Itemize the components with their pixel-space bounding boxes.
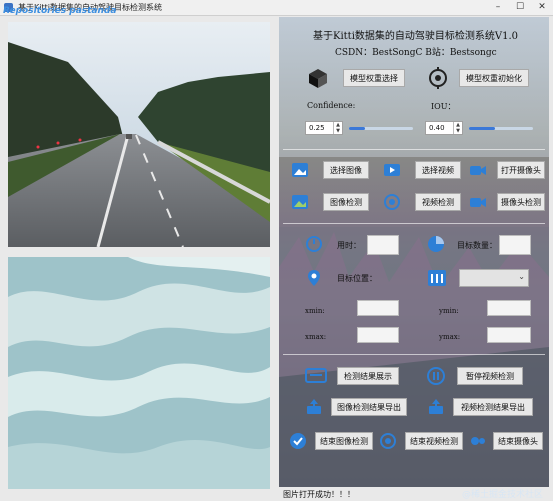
location-pin-icon [308, 270, 320, 286]
camera-detect-icon [470, 198, 486, 207]
iou-value: 0.40 [429, 124, 445, 132]
control-panel: 基于Kitti数据集的自动驾驶目标检测系统V1.0 CSDN：BestSongC… [279, 17, 549, 487]
xmax-value-box [357, 327, 399, 343]
pie-chart-icon [428, 236, 444, 252]
divider [283, 149, 545, 150]
cube-icon [309, 69, 327, 88]
minimize-button[interactable]: – [487, 0, 509, 15]
iou-spinbox[interactable]: 0.40 ▲ ▼ [425, 121, 463, 135]
export-icon [429, 399, 443, 414]
status-message: 图片打开成功！！！ [283, 490, 355, 499]
pause-video-button[interactable]: 暂停视频检测 [457, 367, 523, 385]
road-scene-image [8, 22, 270, 247]
iou-slider-fill [469, 127, 495, 130]
ymax-value-box [487, 327, 531, 343]
end-camera-button[interactable]: 结束摄像头 [493, 432, 543, 450]
confidence-label: Confidence: [307, 101, 356, 110]
stop-image-icon [290, 433, 306, 449]
camera-detect-button[interactable]: 摄像头检测 [497, 193, 545, 211]
water-scene-image [8, 257, 270, 489]
maximize-button[interactable]: ☐ [509, 0, 531, 15]
divider [283, 354, 545, 355]
iou-slider[interactable] [469, 127, 533, 130]
display-results-icon [305, 368, 327, 383]
time-label: 用时： [337, 241, 361, 250]
video-detect-icon [384, 194, 400, 210]
end-video-detect-button[interactable]: 结束视频检测 [405, 432, 463, 450]
time-value-box [367, 235, 399, 255]
image-icon [292, 163, 308, 177]
status-bar: 图片打开成功！！！ @稀土掘金技术社区 [279, 487, 549, 501]
select-weights-button[interactable]: 模型权重选择 [343, 69, 405, 87]
select-image-button[interactable]: 选择图像 [323, 161, 369, 179]
iou-label: IOU： [431, 102, 456, 111]
xmin-label: xmin: [305, 307, 325, 315]
confidence-value: 0.25 [309, 124, 325, 132]
stop-camera-icon [471, 437, 485, 445]
table-icon [428, 270, 446, 286]
confidence-slider-fill [349, 127, 365, 130]
count-value-box [499, 235, 531, 255]
divider [283, 223, 545, 224]
init-weights-button[interactable]: 模型权重初始化 [459, 69, 529, 87]
image-detect-button[interactable]: 图像检测 [323, 193, 369, 211]
pause-icon [427, 367, 445, 385]
result-image-view [8, 257, 270, 489]
credits-text: CSDN：BestSongC B站：Bestsongc [335, 48, 497, 58]
watermark-overlay: Repositories pastanda [3, 6, 117, 16]
export-video-results-button[interactable]: 视频检测结果导出 [453, 398, 533, 416]
export-icon [307, 399, 321, 414]
confidence-spinbox[interactable]: 0.25 ▲ ▼ [305, 121, 343, 135]
end-image-detect-button[interactable]: 结束图像检测 [315, 432, 373, 450]
ymax-label: ymax: [439, 333, 461, 341]
image-detect-icon [292, 195, 308, 209]
main-window: 基于Kitti数据集的自动驾驶目标检测系统 Repositories pasta… [0, 0, 553, 501]
spin-arrows-icon[interactable]: ▲ ▼ [333, 122, 342, 134]
export-image-results-button[interactable]: 图像检测结果导出 [331, 398, 407, 416]
target-select-dropdown[interactable]: ⌄ [459, 269, 529, 287]
chevron-down-icon: ⌄ [518, 272, 525, 281]
spin-arrows-icon[interactable]: ▲ ▼ [453, 122, 462, 134]
select-video-button[interactable]: 选择视频 [415, 161, 461, 179]
ymin-value-box [487, 300, 531, 316]
system-title: 基于Kitti数据集的自动驾驶目标检测系统V1.0 [313, 31, 519, 42]
title-bar: 基于Kitti数据集的自动驾驶目标检测系统 Repositories pasta… [0, 0, 553, 16]
video-detect-button[interactable]: 视频检测 [415, 193, 461, 211]
open-camera-button[interactable]: 打开摄像头 [497, 161, 545, 179]
clock-icon [306, 236, 322, 252]
camera-icon [470, 166, 486, 175]
target-icon [429, 67, 447, 89]
input-image-view [8, 22, 270, 247]
confidence-slider[interactable] [349, 127, 413, 130]
stop-video-icon [380, 433, 396, 449]
xmin-value-box [357, 300, 399, 316]
status-watermark: @稀土掘金技术社区 [461, 490, 543, 500]
close-button[interactable]: ✕ [531, 0, 553, 15]
target-position-label: 目标位置： [337, 274, 377, 283]
show-results-button[interactable]: 检测结果展示 [337, 367, 399, 385]
video-icon [384, 164, 400, 176]
ymin-label: ymin: [439, 307, 459, 315]
count-label: 目标数量： [457, 241, 497, 250]
xmax-label: xmax: [305, 333, 327, 341]
